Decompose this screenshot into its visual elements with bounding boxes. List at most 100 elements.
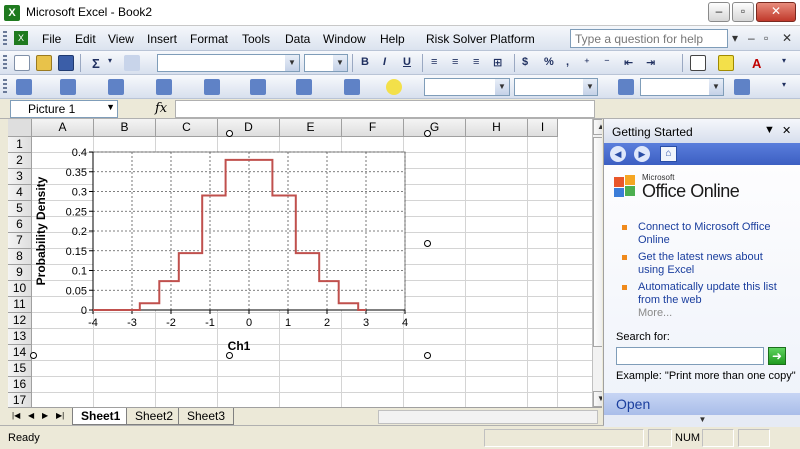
restore-button[interactable]: ▫ [732, 2, 754, 22]
font-color-icon[interactable]: A [752, 56, 761, 71]
increase-decimal-icon[interactable]: ⁺ [584, 56, 590, 69]
open-icon[interactable] [36, 55, 52, 71]
merge-center-icon[interactable]: ⊞ [493, 56, 502, 69]
row-header-7[interactable]: 7 [8, 233, 32, 249]
decrease-indent-icon[interactable]: ⇤ [624, 56, 633, 69]
legend-icon[interactable] [108, 79, 124, 95]
chevron-down-icon[interactable]: ▼ [106, 102, 115, 112]
name-box[interactable]: Picture 1 ▼ [10, 100, 118, 118]
decrease-decimal-icon[interactable]: ⁻ [604, 56, 610, 69]
insert-function-icon[interactable]: fx [155, 101, 167, 116]
selection-handle[interactable] [30, 352, 37, 359]
row-header-14[interactable]: 14 [8, 345, 32, 361]
by-column-icon[interactable] [250, 79, 266, 95]
excel-icon[interactable]: X [4, 5, 20, 21]
align-center-icon[interactable]: ≡ [452, 56, 458, 68]
menu-view[interactable]: View [108, 32, 134, 46]
toolbar-select-2[interactable]: ▼ [514, 78, 598, 96]
format-chart-icon[interactable] [344, 79, 360, 95]
toolbar-select-3[interactable]: ▼ [640, 78, 724, 96]
toolbar-grip[interactable] [3, 55, 7, 71]
menu-window[interactable]: Window [323, 32, 366, 46]
font-name-select[interactable]: ▼ [157, 54, 300, 72]
row-header-15[interactable]: 15 [8, 361, 32, 377]
row-header-4[interactable]: 4 [8, 185, 32, 201]
search-go-button[interactable]: ➜ [768, 347, 786, 365]
toolbar-options-icon[interactable]: ▾ [782, 80, 786, 89]
menu-edit[interactable]: Edit [75, 32, 96, 46]
bold-button[interactable]: B [361, 56, 369, 68]
autosum-icon[interactable]: Σ [92, 56, 100, 71]
increase-indent-icon[interactable]: ⇥ [646, 56, 655, 69]
fill-color-icon[interactable] [718, 55, 734, 71]
row-header-17[interactable]: 17 [8, 393, 32, 407]
toolbar-grip[interactable] [3, 31, 7, 47]
sort-icon[interactable] [124, 55, 140, 71]
menu-help[interactable]: Help [380, 32, 405, 46]
forward-icon[interactable]: ▶ [634, 146, 650, 162]
task-pane-scroll-down-icon[interactable]: ▼ [604, 415, 800, 427]
menu-insert[interactable]: Insert [147, 32, 177, 46]
new-icon[interactable] [14, 55, 30, 71]
row-header-6[interactable]: 6 [8, 217, 32, 233]
workbook-close-button[interactable]: ✕ [782, 31, 792, 45]
more-link[interactable]: More... [638, 307, 672, 319]
sheet-tab-sheet1[interactable]: Sheet1 [72, 408, 130, 425]
prev-sheet-button[interactable]: ◀ [28, 411, 34, 420]
autosum-dropdown-icon[interactable]: ▾ [108, 56, 112, 65]
row-header-5[interactable]: 5 [8, 201, 32, 217]
column-header-a[interactable]: A [32, 119, 94, 137]
row-header-11[interactable]: 11 [8, 297, 32, 313]
row-header-16[interactable]: 16 [8, 377, 32, 393]
search-input[interactable] [616, 347, 764, 365]
sheet-tab-sheet3[interactable]: Sheet3 [178, 408, 235, 425]
minimize-button[interactable]: – [708, 2, 730, 22]
link-latest-news[interactable]: Get the latest news about using Excel [620, 251, 780, 277]
workbook-minimize-button[interactable]: – [748, 31, 755, 45]
workbook-restore-button[interactable]: ▫ [764, 31, 768, 45]
column-header-e[interactable]: E [280, 119, 342, 137]
probability-density-chart[interactable]: -4 -3 -2 -1 0 1 2 3 4 0 0.05 0.1 0.15 0.2 0.25 0.3 0.35 0… [33, 136, 433, 358]
percent-button[interactable]: % [544, 56, 554, 68]
menu-format[interactable]: Format [190, 32, 228, 46]
column-header-f[interactable]: F [342, 119, 404, 137]
italic-button[interactable]: I [383, 56, 386, 68]
link-connect-office-online[interactable]: Connect to Microsoft Office Online [620, 221, 780, 247]
chart-type-icon[interactable] [60, 79, 76, 95]
menu-risk-solver[interactable]: Risk Solver Platform [426, 32, 535, 46]
save-icon[interactable] [58, 55, 74, 71]
row-header-10[interactable]: 10 [8, 281, 32, 297]
comma-style-icon[interactable]: , [566, 56, 569, 68]
row-header-3[interactable]: 3 [8, 169, 32, 185]
sheet-tab-sheet2[interactable]: Sheet2 [126, 408, 183, 425]
column-header-g[interactable]: G [404, 119, 466, 137]
toolbar-select-1[interactable]: ▼ [424, 78, 510, 96]
chart-object-icon[interactable] [16, 79, 32, 95]
task-pane-menu-icon[interactable]: ▼ [764, 124, 775, 136]
menu-tools[interactable]: Tools [242, 32, 270, 46]
back-icon[interactable]: ◀ [610, 146, 626, 162]
select-all-button[interactable] [8, 119, 32, 137]
underline-button[interactable]: U [403, 56, 411, 68]
selection-handle[interactable] [226, 352, 233, 359]
first-sheet-button[interactable]: |◀ [12, 411, 20, 420]
next-sheet-button[interactable]: ▶ [42, 411, 48, 420]
light-bulb-icon[interactable] [386, 79, 402, 95]
toolbar-arrow-icon[interactable] [618, 79, 634, 95]
currency-button[interactable]: $ [522, 56, 528, 68]
font-size-select[interactable]: ▼ [304, 54, 348, 72]
align-right-icon[interactable]: ≡ [473, 56, 479, 68]
column-header-b[interactable]: B [94, 119, 156, 137]
row-header-9[interactable]: 9 [8, 265, 32, 281]
scroll-up-button[interactable]: ▲ [593, 119, 602, 135]
task-pane-close-icon[interactable]: ✕ [782, 124, 791, 137]
toolbar-tool-icon[interactable] [734, 79, 750, 95]
help-search-input[interactable]: Type a question for help [570, 29, 728, 48]
link-auto-update[interactable]: Automatically update this list from the … [620, 281, 780, 307]
toolbar-options-icon[interactable]: ▾ [782, 56, 786, 65]
align-left-icon[interactable]: ≡ [431, 56, 437, 68]
open-section-header[interactable]: Open [604, 393, 800, 415]
borders-icon[interactable] [690, 55, 706, 71]
close-button[interactable]: ✕ [756, 2, 796, 22]
row-header-8[interactable]: 8 [8, 249, 32, 265]
